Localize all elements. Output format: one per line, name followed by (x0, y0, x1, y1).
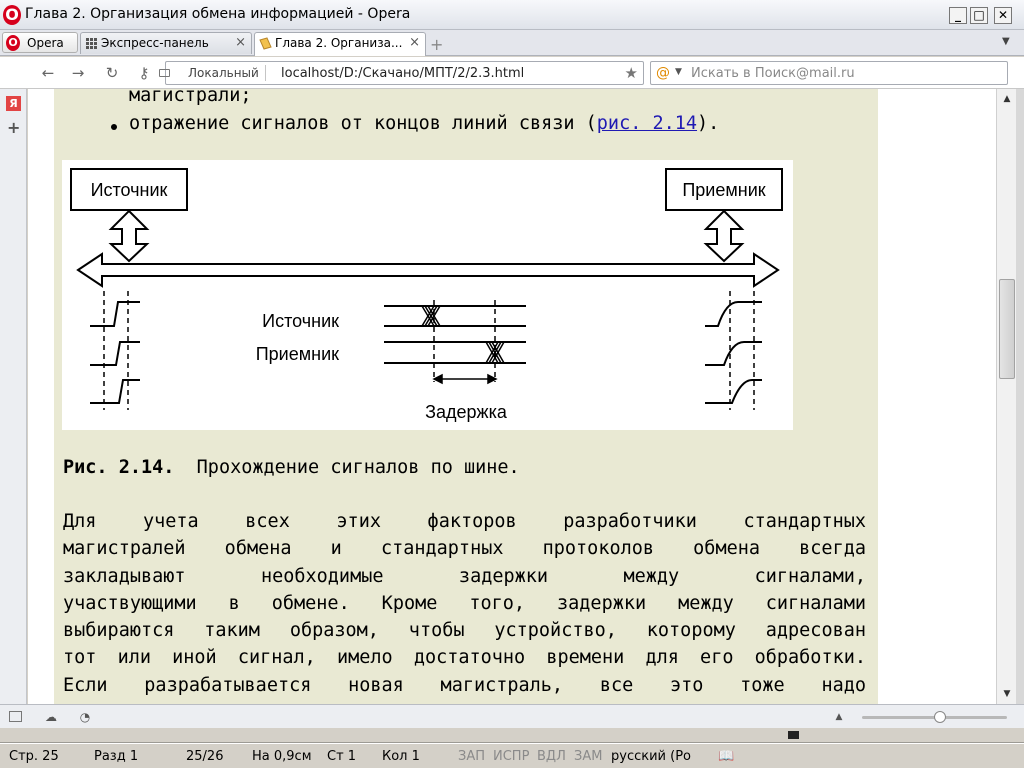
navigation-toolbar: ← → ↻ ⚷ Локальный localhost/D:/Скачано/М… (0, 57, 1024, 89)
left-waveforms (90, 301, 140, 404)
opera-menu-label: Opera (27, 36, 64, 50)
status-record[interactable]: ЗАП (458, 749, 485, 764)
search-engine-icon[interactable]: @ (656, 65, 670, 81)
scroll-down-icon[interactable]: ▼ (999, 686, 1015, 702)
tab-speed-dial[interactable]: Экспресс-панель × (80, 32, 252, 54)
timing-source-label: Источник (262, 311, 339, 331)
paragraph-line: участвующими в обмене. Кроме того, задер… (63, 592, 866, 614)
status-pages: 25/26 (186, 749, 224, 764)
receiver-double-arrow (703, 209, 745, 263)
yandex-icon[interactable]: Я (6, 96, 21, 111)
zoom-slider-thumb[interactable] (934, 711, 946, 723)
opera-logo-icon: O (3, 5, 21, 25)
timing-receiver-label: Приемник (256, 344, 339, 364)
status-extend[interactable]: ВДЛ (537, 749, 566, 764)
local-badge-label: Локальный (188, 66, 259, 80)
status-position: На 0,9см (252, 749, 312, 764)
status-column: Кол 1 (382, 749, 420, 764)
browser-status-bar: ☁ ◔ ▲ (0, 704, 1024, 728)
bus-arrow (76, 252, 780, 288)
vertical-scrollbar[interactable]: ▲ ▼ (996, 89, 1016, 704)
paragraph-line: Если разрабатывается новая магистраль, в… (63, 674, 866, 696)
reload-icon[interactable]: ↻ (102, 63, 122, 83)
tab-bar: O Opera Экспресс-панель × Глава 2. Орган… (0, 30, 1024, 56)
list-item: отражение сигналов от концов линий связи… (129, 113, 719, 134)
delay-arrow (432, 373, 498, 385)
paragraph-line: закладывают необходимые задержки между с… (63, 565, 866, 587)
figure-caption: Рис. 2.14. Прохождение сигналов по шине. (63, 457, 520, 478)
receiver-box-label: Приемник (682, 180, 765, 200)
back-icon[interactable]: ← (38, 63, 58, 83)
minimize-button[interactable]: _ (949, 7, 967, 24)
caption-text: Прохождение сигналов по шине. (196, 457, 520, 478)
status-language[interactable]: русский (Ро (611, 749, 691, 764)
search-placeholder[interactable]: Искать в Поиск@mail.ru (691, 66, 855, 81)
delay-label: Задержка (425, 402, 508, 422)
tab-menu-chevron-icon[interactable]: ▼ (1002, 36, 1010, 47)
title-bar: O Глава 2. Организация обмена информацие… (0, 0, 1024, 30)
paragraph-line: выбираются таким образом, чтобы устройст… (63, 620, 866, 642)
word-status-bar: Стр. 25 Разд 1 25/26 На 0,9см Ст 1 Кол 1… (0, 743, 1024, 768)
opera-menu-icon: O (6, 35, 20, 51)
hidden-toolbar-strip (0, 728, 1024, 743)
close-button[interactable]: ✕ (994, 7, 1012, 24)
add-panel-icon[interactable]: + (7, 118, 20, 137)
window-edge (1016, 89, 1024, 704)
scroll-thumb[interactable] (999, 279, 1015, 379)
new-tab-icon[interactable]: + (430, 35, 443, 54)
forward-icon[interactable]: → (68, 63, 88, 83)
caption-number: Рис. 2.14. (63, 457, 175, 478)
paragraph-line: тот или иной сигнал, имело достаточно вр… (63, 647, 866, 669)
status-track-changes[interactable]: ИСПР (493, 749, 529, 764)
paragraph-line: магистралей обмена и стандартных протоко… (63, 538, 866, 560)
address-field[interactable]: Локальный localhost/D:/Скачано/МПТ/2/2.3… (159, 61, 644, 85)
list-item: магистрали; (129, 89, 252, 106)
tab-close-icon[interactable]: × (409, 35, 420, 50)
panel-toggle-icon[interactable] (9, 711, 22, 722)
search-field[interactable]: @ ▼ Искать в Поиск@mail.ru (650, 61, 1008, 85)
list-item-end: ). (697, 113, 720, 134)
tab-label: Экспресс-панель (101, 36, 209, 50)
opera-menu-button[interactable]: O Opera (2, 32, 78, 53)
right-waveforms (705, 301, 762, 404)
bullet-icon (111, 124, 117, 130)
window-title: Глава 2. Организация обмена информацией … (25, 6, 411, 22)
page-viewport: магистрали; отражение сигналов от концов… (28, 89, 996, 704)
timing-lines (384, 305, 526, 364)
paragraph-line: Для учета всех этих факторов разработчик… (63, 511, 866, 532)
tab-label: Глава 2. Организа... (275, 36, 403, 50)
page-icon (259, 37, 272, 50)
maximize-button[interactable]: □ (970, 7, 988, 24)
status-line: Ст 1 (327, 749, 357, 764)
speed-dial-grid-icon (86, 38, 97, 49)
chevron-down-icon[interactable]: ▼ (675, 67, 682, 77)
zoom-out-icon[interactable]: ▲ (831, 709, 847, 725)
figure-link[interactable]: рис. 2.14 (597, 113, 697, 134)
tab-close-icon[interactable]: × (235, 35, 246, 50)
tab-active-page[interactable]: Глава 2. Организа... × (254, 32, 426, 56)
speedometer-icon[interactable]: ◔ (77, 709, 93, 725)
scroll-up-icon[interactable]: ▲ (999, 91, 1015, 107)
source-box-label: Источник (91, 180, 168, 200)
right-dashed-lines (729, 291, 755, 410)
bookmark-star-icon[interactable]: ★ (625, 64, 638, 82)
status-page: Стр. 25 (9, 749, 59, 764)
spelling-book-icon[interactable]: 📖 (718, 749, 734, 764)
body-paragraph: Для учета всех этих факторов разработчик… (63, 508, 866, 699)
url-text[interactable]: localhost/D:/Скачано/МПТ/2/2.3.html (281, 66, 524, 81)
cloud-icon[interactable]: ☁ (43, 709, 59, 725)
local-badge[interactable]: Локальный (159, 65, 266, 81)
source-double-arrow (108, 209, 150, 263)
status-section: Разд 1 (94, 749, 139, 764)
status-overtype[interactable]: ЗАМ (574, 749, 602, 764)
key-icon[interactable]: ⚷ (134, 63, 154, 83)
bus-signal-diagram: Источник Приемник Источник Приемник Заде… (62, 160, 793, 430)
document-page: магистрали; отражение сигналов от концов… (54, 89, 878, 704)
panel-sidebar: Я + (0, 89, 27, 704)
chevron-down-icon[interactable] (788, 731, 799, 739)
monitor-icon (159, 69, 170, 77)
list-item-text: отражение сигналов от концов линий связи… (129, 113, 597, 134)
